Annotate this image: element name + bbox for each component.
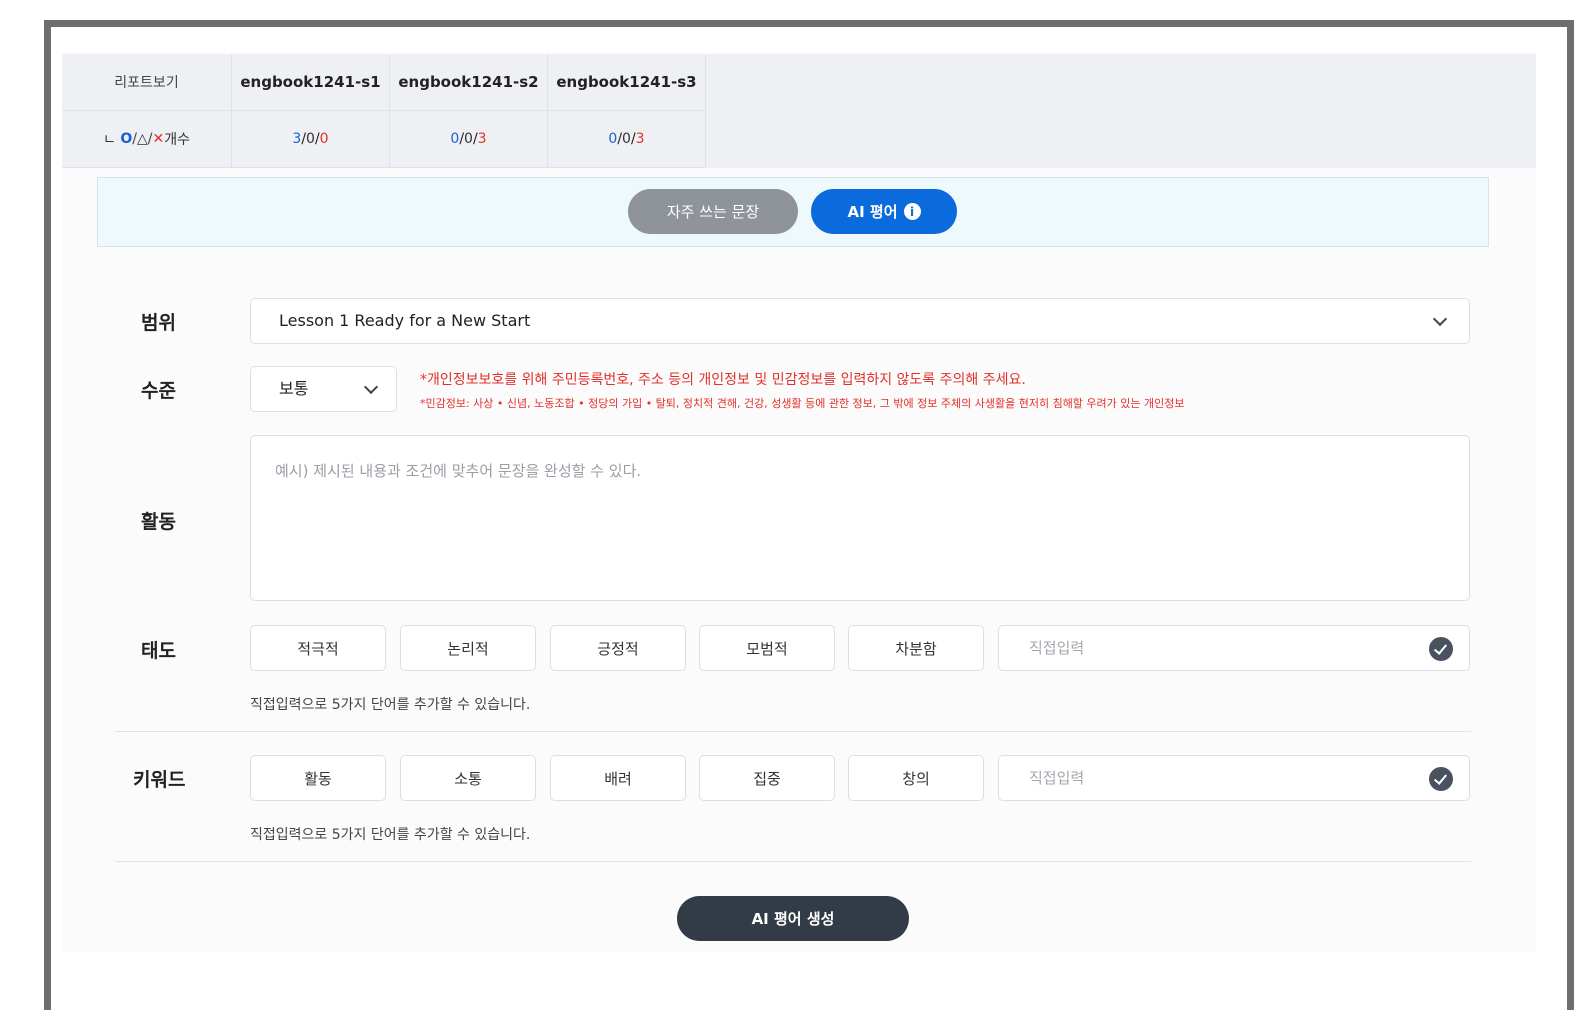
keyword-chip[interactable]: 배려	[550, 755, 686, 801]
count-tri: 0	[464, 131, 473, 147]
info-icon[interactable]: i	[903, 203, 921, 220]
section-divider	[115, 861, 1471, 862]
count-cell-2: 0/0/3	[390, 111, 548, 168]
privacy-notice: *개인정보보호를 위해 주민등록번호, 주소 등의 개인정보 및 민감정보를 입…	[420, 372, 1026, 388]
student-column-1[interactable]: engbook1241-s1	[232, 54, 390, 111]
attitude-chip[interactable]: 긍정적	[550, 625, 686, 671]
range-label: 범위	[141, 312, 176, 334]
generate-ai-evaluation-button[interactable]: AI 평어 생성	[677, 896, 909, 941]
attitude-label: 태도	[141, 640, 176, 662]
level-label: 수준	[141, 380, 176, 402]
report-table: 리포트보기 engbook1241-s1 engbook1241-s2 engb…	[62, 54, 1536, 168]
count-o: 0	[450, 131, 460, 147]
student-column-3[interactable]: engbook1241-s3	[548, 54, 706, 111]
report-header-row: 리포트보기 engbook1241-s1 engbook1241-s2 engb…	[62, 54, 706, 111]
attitude-direct-input[interactable]: 직접입력	[998, 625, 1470, 671]
count-o: 0	[608, 131, 618, 147]
count-x: 3	[477, 131, 487, 147]
keyword-direct-placeholder: 직접입력	[1029, 769, 1085, 787]
circle-icon: O	[120, 131, 133, 147]
frequent-sentences-button[interactable]: 자주 쓰는 문장	[628, 189, 798, 234]
triangle-icon: △	[136, 131, 148, 147]
ai-evaluation-label: AI 평어	[847, 203, 898, 221]
activity-textarea[interactable]: 예시) 제시된 내용과 조건에 맞추어 문장을 완성할 수 있다.	[250, 435, 1470, 601]
check-circle-icon[interactable]	[1429, 767, 1453, 791]
activity-placeholder: 예시) 제시된 내용과 조건에 맞추어 문장을 완성할 수 있다.	[275, 462, 642, 480]
count-o: 3	[292, 131, 302, 147]
legend-prefix: ㄴ	[103, 132, 116, 148]
count-legend: ㄴ O / △ / ✕ 개수	[62, 111, 232, 168]
attitude-chip[interactable]: 적극적	[250, 625, 386, 671]
activity-label: 활동	[141, 511, 176, 533]
attitude-direct-placeholder: 직접입력	[1029, 639, 1085, 657]
level-select[interactable]: 보통	[250, 366, 397, 412]
attitude-chip[interactable]: 모범적	[699, 625, 835, 671]
report-view-label[interactable]: 리포트보기	[62, 54, 232, 111]
keyword-chip[interactable]: 활동	[250, 755, 386, 801]
count-x: 3	[635, 131, 645, 147]
keyword-hint: 직접입력으로 5가지 단어를 추가할 수 있습니다.	[250, 827, 531, 843]
count-tri: 0	[306, 131, 315, 147]
attitude-chip[interactable]: 논리적	[400, 625, 536, 671]
cross-icon: ✕	[152, 131, 165, 147]
check-circle-icon[interactable]	[1429, 637, 1453, 661]
section-divider	[115, 731, 1471, 732]
keyword-label: 키워드	[133, 769, 186, 791]
attitude-hint: 직접입력으로 5가지 단어를 추가할 수 있습니다.	[250, 697, 531, 713]
keyword-chip[interactable]: 집중	[699, 755, 835, 801]
count-x: 0	[319, 131, 329, 147]
sensitive-info-notice: *민감정보: 사상 • 신념, 노동조합 • 정당의 가입 • 탈퇴, 정치적 …	[420, 397, 1185, 410]
report-count-row: ㄴ O / △ / ✕ 개수 3/0/0 0/0/3 0/0/3	[62, 111, 706, 168]
level-select-value: 보통	[279, 379, 309, 398]
count-cell-1: 3/0/0	[232, 111, 390, 168]
generate-label: AI 평어 생성	[751, 910, 835, 928]
frequent-sentences-label: 자주 쓰는 문장	[666, 203, 760, 221]
chevron-down-icon	[363, 379, 379, 395]
keyword-direct-input[interactable]: 직접입력	[998, 755, 1470, 801]
legend-suffix: 개수	[164, 132, 190, 148]
count-cell-3: 0/0/3	[548, 111, 706, 168]
ai-evaluation-button[interactable]: AI 평어 i	[811, 189, 957, 234]
keyword-chip[interactable]: 창의	[848, 755, 984, 801]
range-select[interactable]: Lesson 1 Ready for a New Start	[250, 298, 1470, 344]
keyword-chip[interactable]: 소통	[400, 755, 536, 801]
range-select-value: Lesson 1 Ready for a New Start	[279, 311, 531, 330]
chevron-down-icon	[1432, 311, 1448, 327]
count-tri: 0	[622, 131, 631, 147]
student-column-2[interactable]: engbook1241-s2	[390, 54, 548, 111]
attitude-chip[interactable]: 차분함	[848, 625, 984, 671]
